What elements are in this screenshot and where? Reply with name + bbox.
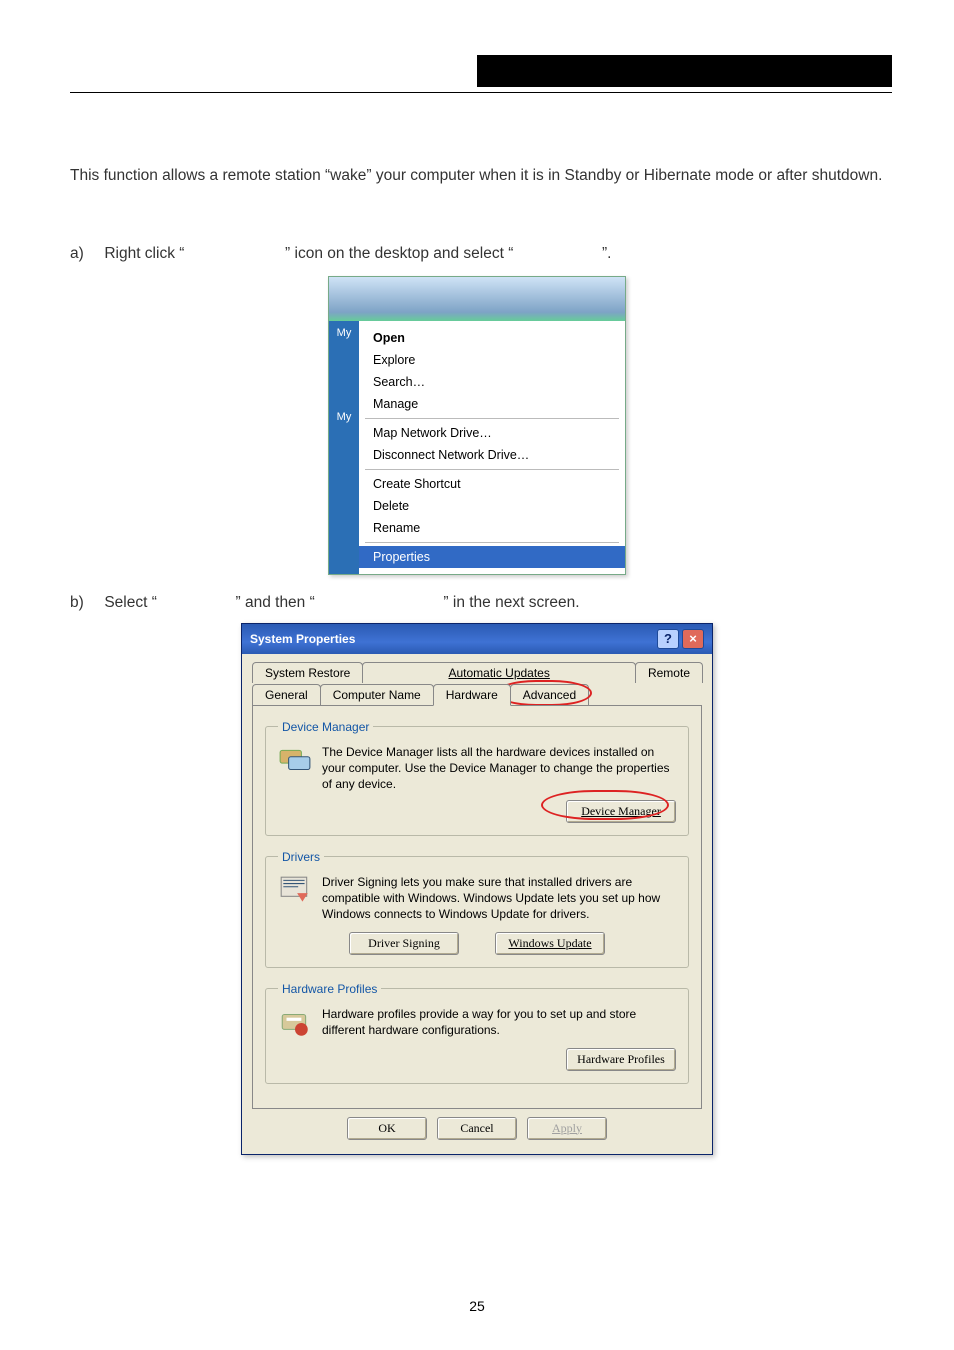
step-a-t2: ” icon on the desktop and select “	[285, 245, 513, 262]
tab-strip: System Restore Automatic Updates Remote …	[252, 662, 702, 1109]
group-drivers: Drivers Driver Signing lets you make sur…	[265, 850, 689, 968]
step-b-t3: ” in the next screen.	[443, 594, 579, 611]
step-a-letter: a)	[70, 240, 100, 268]
tab-general[interactable]: General	[252, 684, 321, 706]
ctx-item-disconnect-drive[interactable]: Disconnect Network Drive…	[359, 444, 625, 466]
dialog-button-row: OK Cancel Apply	[252, 1117, 702, 1140]
hardware-profiles-icon	[278, 1006, 312, 1040]
group-hardware-profiles: Hardware Profiles Hardware profiles prov…	[265, 982, 689, 1084]
hardware-profiles-text: Hardware profiles provide a way for you …	[322, 1006, 676, 1038]
hardware-tab-panel: Device Manager The Device Manager lists …	[252, 705, 702, 1109]
ctx-item-create-shortcut[interactable]: Create Shortcut	[359, 473, 625, 495]
legend-hardware-profiles: Hardware Profiles	[278, 982, 381, 996]
hardware-profiles-button[interactable]: Hardware Profiles	[566, 1048, 676, 1071]
ctx-item-open[interactable]: Open	[359, 327, 625, 349]
ctx-separator-3	[365, 542, 619, 543]
device-manager-text: The Device Manager lists all the hardwar…	[322, 744, 676, 792]
ctx-separator-1	[365, 418, 619, 419]
ctx-item-rename[interactable]: Rename	[359, 517, 625, 539]
context-menu-items: Open Explore Search… Manage Map Network …	[359, 321, 625, 574]
group-device-manager: Device Manager The Device Manager lists …	[265, 720, 689, 836]
ctx-left-my-2: My	[329, 411, 359, 423]
device-manager-icon	[278, 744, 312, 778]
ctx-left-my-1: My	[329, 327, 359, 339]
dialog-titlebar[interactable]: System Properties ? ×	[242, 624, 712, 654]
drivers-text: Driver Signing lets you make sure that i…	[322, 874, 676, 922]
ctx-item-properties[interactable]: Properties	[359, 546, 625, 568]
ctx-item-map-drive[interactable]: Map Network Drive…	[359, 422, 625, 444]
ctx-item-search[interactable]: Search…	[359, 371, 625, 393]
dialog-title-text: System Properties	[250, 632, 355, 646]
step-b-letter: b)	[70, 589, 100, 617]
ctx-item-manage[interactable]: Manage	[359, 393, 625, 415]
step-b: b) Select “ ” and then “ ” in the next s…	[70, 589, 884, 617]
step-a: a) Right click “ ” icon on the desktop a…	[70, 240, 884, 268]
ctx-separator-2	[365, 469, 619, 470]
ok-button[interactable]: OK	[347, 1117, 427, 1140]
tab-computer-name[interactable]: Computer Name	[320, 684, 434, 706]
step-b-t1: Select “	[104, 594, 157, 611]
legend-device-manager: Device Manager	[278, 720, 373, 734]
header-black-box	[477, 55, 892, 87]
cancel-button[interactable]: Cancel	[437, 1117, 517, 1140]
tab-hardware[interactable]: Hardware	[433, 684, 511, 706]
step-b-t2: ” and then “	[236, 594, 315, 611]
close-icon[interactable]: ×	[682, 629, 704, 649]
context-menu-left-strip: My My	[329, 321, 359, 574]
help-icon[interactable]: ?	[657, 629, 679, 649]
system-properties-dialog: System Properties ? × System Restore Aut…	[241, 623, 713, 1155]
ctx-item-delete[interactable]: Delete	[359, 495, 625, 517]
tab-remote[interactable]: Remote	[635, 662, 703, 683]
step-a-t1: Right click “	[104, 245, 184, 262]
tab-automatic-updates[interactable]: Automatic Updates	[362, 662, 636, 683]
windows-update-button[interactable]: Windows Update	[495, 932, 605, 955]
ctx-item-explore[interactable]: Explore	[359, 349, 625, 371]
driver-signing-button[interactable]: Driver Signing	[349, 932, 459, 955]
step-a-t3: ”.	[602, 245, 611, 262]
tab-system-restore[interactable]: System Restore	[252, 662, 363, 683]
apply-button[interactable]: Apply	[527, 1117, 607, 1140]
desktop-thumb	[329, 277, 625, 321]
header-rule	[70, 92, 892, 93]
device-manager-button[interactable]: Device Manager	[566, 800, 676, 823]
legend-drivers: Drivers	[278, 850, 324, 864]
drivers-icon	[278, 874, 312, 908]
tab-advanced[interactable]: Advanced	[510, 684, 589, 706]
intro-paragraph: This function allows a remote station “w…	[70, 162, 884, 190]
context-menu-screenshot: My My Open Explore Search… Manage Map Ne…	[328, 276, 626, 575]
page-number: 25	[0, 1298, 954, 1314]
